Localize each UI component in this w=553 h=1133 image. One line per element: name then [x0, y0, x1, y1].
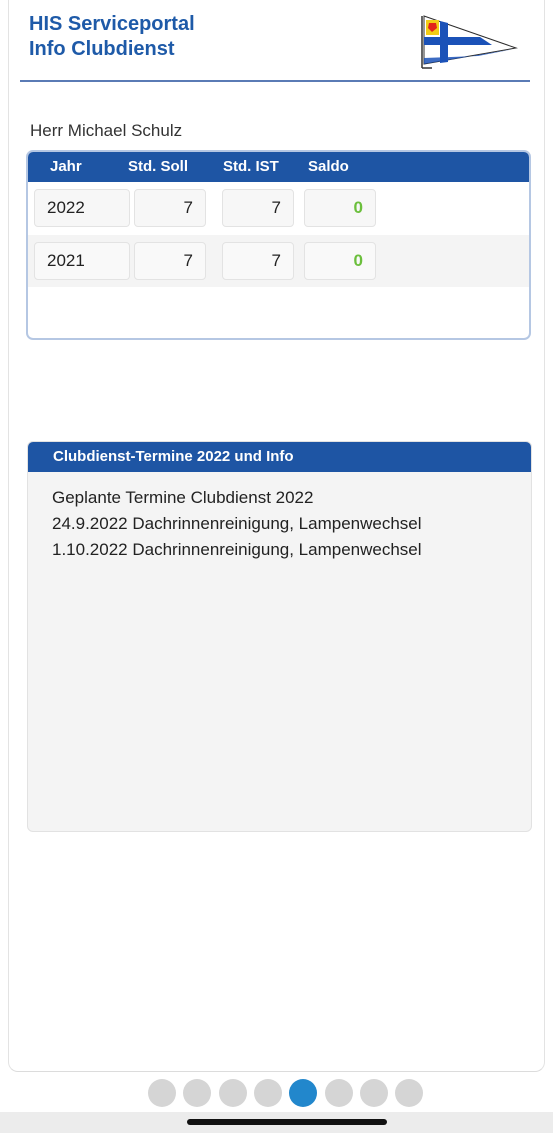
- hours-table: Jahr Std. Soll Std. IST Saldo 2022 7 7 0…: [26, 150, 531, 340]
- page-dot[interactable]: [395, 1079, 423, 1107]
- year-cell: 2022: [34, 189, 130, 227]
- info-panel-title: Clubdienst-Termine 2022 und Info: [28, 442, 531, 472]
- app-page: HIS Serviceportal Info Clubdienst Herr M…: [0, 0, 553, 1133]
- page-dot[interactable]: [148, 1079, 176, 1107]
- hours-table-header: Jahr Std. Soll Std. IST Saldo: [28, 152, 529, 182]
- column-header-soll: Std. Soll: [128, 158, 188, 175]
- page-dot[interactable]: [219, 1079, 247, 1107]
- soll-hours-cell: 7: [134, 242, 206, 280]
- ist-hours-cell: 7: [222, 242, 294, 280]
- info-panel: Clubdienst-Termine 2022 und Info Geplant…: [27, 441, 532, 832]
- page-dot[interactable]: [183, 1079, 211, 1107]
- saldo-cell: 0: [304, 189, 376, 227]
- app-title-line-1: HIS Serviceportal: [29, 13, 195, 35]
- app-title-line-2: Info Clubdienst: [29, 38, 175, 60]
- table-row: 2022 7 7 0: [28, 182, 529, 234]
- page-dot[interactable]: [325, 1079, 353, 1107]
- table-row: 2021 7 7 0: [28, 235, 529, 287]
- member-name: Herr Michael Schulz: [30, 121, 183, 140]
- column-header-ist: Std. IST: [223, 158, 279, 175]
- info-line: 24.9.2022 Dachrinnenreinigung, Lampenwec…: [52, 514, 422, 533]
- column-header-saldo: Saldo: [308, 158, 349, 175]
- app-header: HIS Serviceportal Info Clubdienst: [20, 12, 530, 82]
- page-dot-active[interactable]: [289, 1079, 317, 1107]
- info-line: Geplante Termine Clubdienst 2022: [52, 488, 314, 507]
- year-cell: 2021: [34, 242, 130, 280]
- soll-hours-cell: 7: [134, 189, 206, 227]
- ist-hours-cell: 7: [222, 189, 294, 227]
- page-indicator: [148, 1079, 428, 1109]
- page-dot[interactable]: [360, 1079, 388, 1107]
- app-title: HIS Serviceportal Info Clubdienst: [29, 12, 195, 62]
- column-header-year: Jahr: [50, 158, 82, 175]
- page-dot[interactable]: [254, 1079, 282, 1107]
- info-panel-body: Geplante Termine Clubdienst 2022 24.9.20…: [52, 485, 422, 563]
- saldo-cell: 0: [304, 242, 376, 280]
- info-line: 1.10.2022 Dachrinnenreinigung, Lampenwec…: [52, 540, 422, 559]
- club-burgee-flag-icon: [421, 15, 518, 69]
- home-indicator[interactable]: [187, 1119, 387, 1125]
